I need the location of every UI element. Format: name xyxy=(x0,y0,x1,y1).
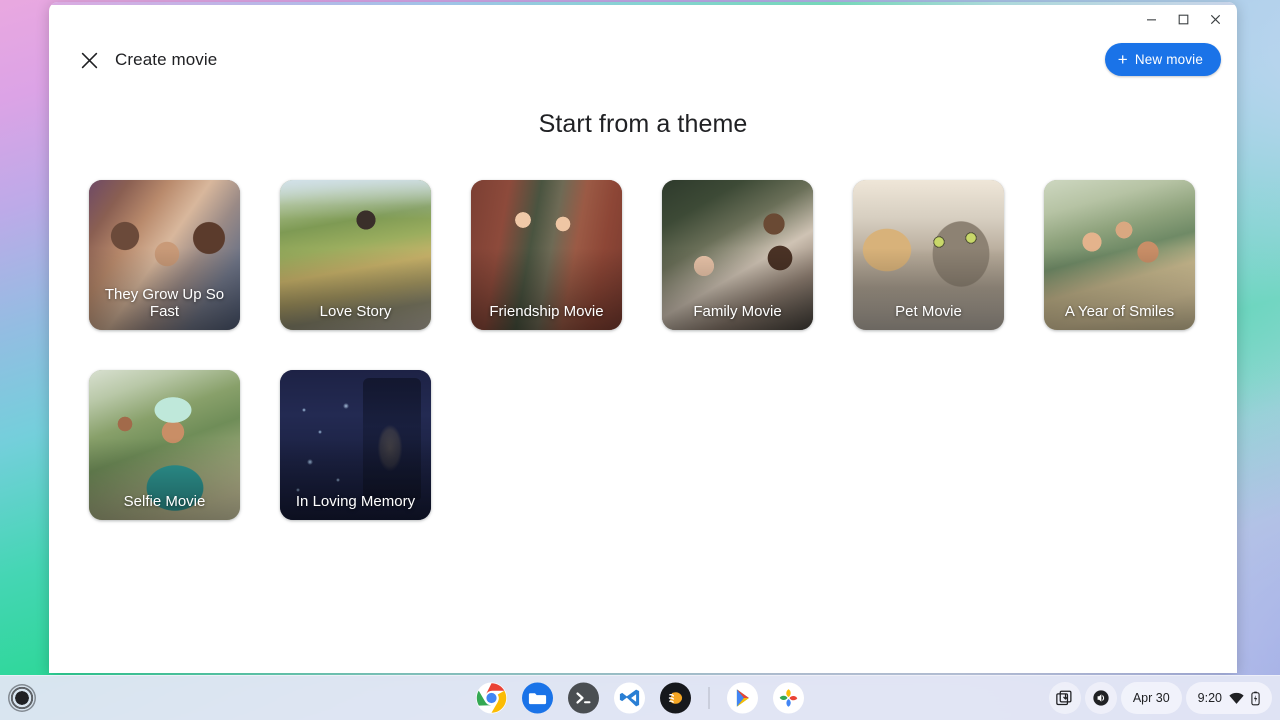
shelf-app-app-orange[interactable] xyxy=(660,682,692,714)
section-heading: Start from a theme xyxy=(538,110,748,138)
theme-card-label: Family Movie xyxy=(693,303,782,321)
wifi-icon xyxy=(1229,692,1244,705)
shelf-separator xyxy=(708,687,710,709)
theme-card-label: A Year of Smiles xyxy=(1064,303,1175,321)
shelf-app-photos[interactable] xyxy=(773,682,805,714)
system-tray: Apr 30 9:20 xyxy=(1048,676,1272,720)
create-movie-window: Create movie + New movie Start from a th… xyxy=(49,2,1237,673)
new-movie-label: New movie xyxy=(1134,52,1203,67)
theme-card[interactable]: They Grow Up So Fast xyxy=(89,180,240,330)
minimize-button[interactable] xyxy=(1135,6,1167,32)
battery-icon xyxy=(1251,691,1260,706)
launcher-button[interactable] xyxy=(8,684,36,712)
shelf-app-terminal[interactable] xyxy=(568,682,600,714)
volume-mute-icon[interactable] xyxy=(1084,682,1117,714)
shelf-app-list xyxy=(476,682,805,714)
theme-card-label: Love Story xyxy=(319,303,392,321)
shelf-app-chrome[interactable] xyxy=(476,682,508,714)
theme-card-label: Selfie Movie xyxy=(123,493,206,511)
new-movie-button[interactable]: + New movie xyxy=(1104,43,1221,76)
shelf-app-play-store[interactable] xyxy=(727,682,759,714)
status-pill[interactable]: 9:20 xyxy=(1185,682,1272,714)
maximize-button[interactable] xyxy=(1167,6,1199,32)
theme-grid: They Grow Up So Fast Love Story Friendship… xyxy=(89,180,1199,520)
theme-card[interactable]: Friendship Movie xyxy=(471,180,622,330)
main-content: Start from a theme They Grow Up So Fast L… xyxy=(49,88,1237,673)
theme-card[interactable]: In Loving Memory xyxy=(280,370,431,520)
shelf-date: Apr 30 xyxy=(1132,691,1170,705)
theme-card[interactable]: Family Movie xyxy=(662,180,813,330)
shelf-app-files[interactable] xyxy=(522,682,554,714)
theme-card-label: Friendship Movie xyxy=(489,303,604,321)
shelf-app-vscode[interactable] xyxy=(614,682,646,714)
shelf-left-group xyxy=(8,676,36,720)
chrome-os-shelf: Apr 30 9:20 xyxy=(0,675,1280,720)
screen-capture-icon[interactable] xyxy=(1048,682,1081,714)
window-controls xyxy=(1135,6,1231,32)
theme-card-label: Pet Movie xyxy=(895,303,962,321)
theme-card[interactable]: A Year of Smiles xyxy=(1044,180,1195,330)
shelf-time: 9:20 xyxy=(1197,691,1222,705)
theme-card[interactable]: Selfie Movie xyxy=(89,370,240,520)
theme-card[interactable]: Pet Movie xyxy=(853,180,1004,330)
page-title: Create movie xyxy=(115,50,218,69)
plus-icon: + xyxy=(1117,49,1128,69)
theme-card-label: They Grow Up So Fast xyxy=(104,286,225,321)
close-window-button[interactable] xyxy=(1199,6,1231,32)
date-pill[interactable]: Apr 30 xyxy=(1120,682,1182,714)
window-accent-bar xyxy=(49,2,1237,5)
app-header: Create movie + New movie xyxy=(49,32,1237,88)
close-icon[interactable] xyxy=(71,42,107,78)
theme-card-label: In Loving Memory xyxy=(295,493,416,511)
theme-card[interactable]: Love Story xyxy=(280,180,431,330)
